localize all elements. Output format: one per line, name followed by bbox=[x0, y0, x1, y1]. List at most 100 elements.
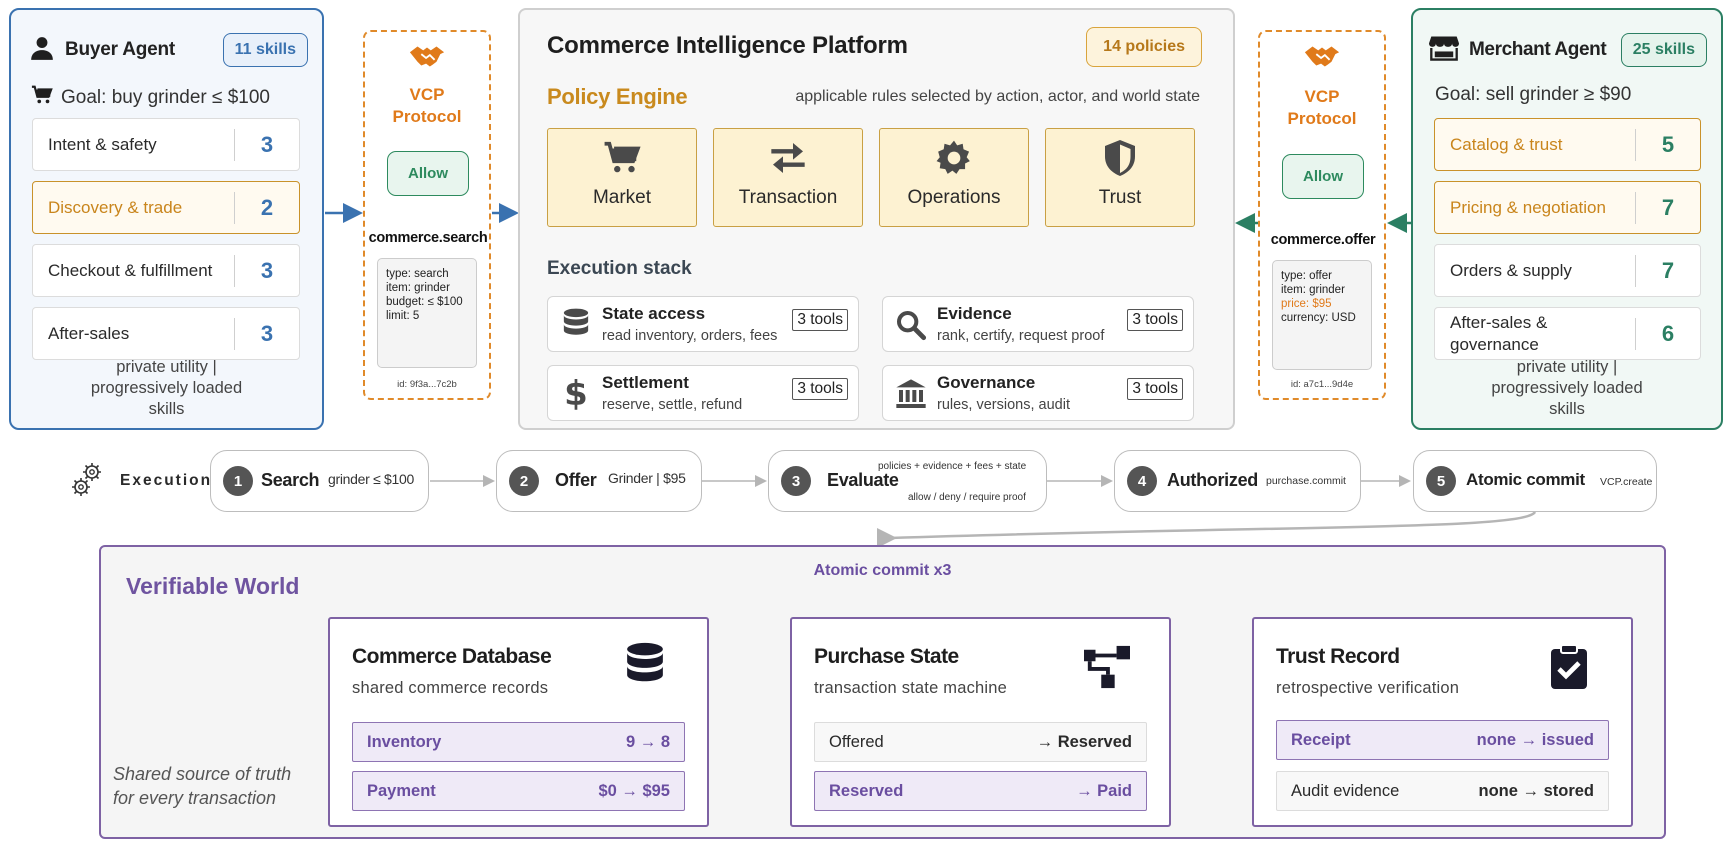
buyer-skills-badge: 11 skills bbox=[222, 33, 308, 67]
policy-card-operations: Operations bbox=[879, 128, 1029, 227]
tool-name: Evidence bbox=[937, 304, 1012, 323]
world-footer-line1: Shared source of truth bbox=[113, 764, 292, 784]
vcp-title: VCP Protocol bbox=[365, 84, 489, 128]
execution-step-offer: 2 Offer Grinder | $95 bbox=[496, 450, 702, 512]
step-name: Atomic commit bbox=[1466, 470, 1585, 489]
policy-card-label: Operations bbox=[907, 187, 1001, 208]
vcp-command: commerce.offer bbox=[1270, 232, 1376, 248]
handshake-icon bbox=[1260, 42, 1384, 77]
execution-step-search: 1 Search grinder ≤ $100 bbox=[210, 450, 429, 512]
tool-card-evidence: Evidence rank, certify, request proof 3 … bbox=[882, 296, 1194, 352]
merchant-agent-panel: Merchant Agent 25 skills Goal: sell grin… bbox=[1411, 8, 1723, 430]
row-label: Audit evidence bbox=[1291, 781, 1400, 800]
row-value: → Paid bbox=[1076, 781, 1132, 800]
world-row-reserved: Reserved → Paid bbox=[814, 771, 1147, 811]
vcp-title-line2: Protocol bbox=[1287, 109, 1357, 128]
step-name: Evaluate bbox=[827, 470, 899, 490]
database-icon bbox=[619, 641, 671, 693]
vcp-protocol-right: VCP Protocol Allow commerce.offer type: … bbox=[1258, 30, 1386, 400]
gear-icon bbox=[880, 137, 1028, 179]
row-value: none → issued bbox=[1476, 730, 1594, 749]
payload-line: type: search bbox=[386, 268, 449, 280]
tool-count-badge: 3 tools bbox=[792, 378, 848, 400]
merchant-skills-badge: 25 skills bbox=[1620, 33, 1707, 67]
world-card-subtitle: retrospective verification bbox=[1276, 679, 1460, 697]
skill-name: After-sales bbox=[48, 323, 130, 343]
vcp-title-line2: Protocol bbox=[392, 107, 462, 126]
policy-card-trust: Trust bbox=[1045, 128, 1195, 227]
world-card-purchase-state: Purchase State transaction state machine… bbox=[790, 617, 1171, 827]
vcp-payload: type: search item: grinder budget: ≤ $10… bbox=[377, 258, 477, 368]
skill-count: 2 bbox=[260, 194, 274, 220]
shield-icon bbox=[1046, 137, 1194, 179]
handshake-icon bbox=[365, 42, 489, 77]
skill-count: 3 bbox=[260, 257, 274, 283]
vcp-title-line1: VCP bbox=[1304, 87, 1340, 106]
buyer-goal-text: Goal: buy grinder ≤ $100 bbox=[61, 87, 270, 108]
world-card-title: Commerce Database bbox=[352, 645, 552, 668]
merchant-skill-row: After-sales & governance 6 bbox=[1434, 307, 1701, 360]
skill-name: Catalog & trust bbox=[1450, 134, 1563, 154]
execution-step-evaluate: 3 Evaluate policies + evidence + fees + … bbox=[768, 450, 1047, 512]
world-row-payment: Payment $0 → $95 bbox=[352, 771, 685, 811]
world-card-title: Purchase State bbox=[814, 645, 959, 668]
skill-name: Discovery & trade bbox=[48, 197, 183, 217]
skill-count: 3 bbox=[260, 131, 274, 157]
swap-icon bbox=[714, 137, 862, 179]
allow-badge: Allow bbox=[1282, 154, 1364, 199]
database-icon bbox=[558, 306, 594, 344]
payload-line: budget: ≤ $100 bbox=[386, 296, 463, 308]
store-icon bbox=[1429, 35, 1459, 66]
step-number: 4 bbox=[1127, 466, 1157, 496]
policy-card-label: Market bbox=[592, 187, 652, 208]
clipboard-check-icon bbox=[1543, 641, 1595, 693]
skill-name: Pricing & negotiation bbox=[1450, 197, 1606, 217]
step-number: 5 bbox=[1426, 466, 1456, 496]
skill-name: After-sales & governance bbox=[1450, 312, 1548, 354]
vcp-id: id: 9f3a...7c2b bbox=[397, 379, 457, 390]
tool-desc: read inventory, orders, fees bbox=[602, 328, 778, 344]
merchant-skill-row: Pricing & negotiation 7 bbox=[1434, 181, 1701, 234]
step-number: 2 bbox=[509, 466, 539, 496]
cart-icon bbox=[31, 84, 53, 112]
skill-count: 5 bbox=[1661, 131, 1675, 157]
merchant-skill-row: Orders & supply 7 bbox=[1434, 244, 1701, 297]
world-card-title: Trust Record bbox=[1276, 645, 1400, 668]
tool-name: Settlement bbox=[602, 373, 689, 392]
tool-card-state-access: State access read inventory, orders, fee… bbox=[547, 296, 859, 352]
cart-icon bbox=[548, 137, 696, 179]
skill-name: Orders & supply bbox=[1450, 260, 1572, 280]
world-row-audit-evidence: Audit evidence none → stored bbox=[1276, 771, 1609, 811]
gears-icon bbox=[70, 462, 104, 503]
step-detail: VCP.create bbox=[1600, 476, 1653, 488]
tool-count-badge: 3 tools bbox=[1127, 378, 1183, 400]
step-detail-bottom: allow / deny / require proof bbox=[908, 492, 1026, 503]
payload-line: type: offer bbox=[1281, 270, 1332, 282]
row-label: Offered bbox=[829, 732, 884, 751]
state-machine-icon bbox=[1081, 641, 1133, 693]
person-icon bbox=[29, 35, 55, 66]
skill-count: 3 bbox=[260, 320, 274, 346]
tool-name: State access bbox=[602, 304, 706, 323]
policy-card-label: Trust bbox=[1098, 187, 1142, 208]
buyer-skill-row: Intent & safety 3 bbox=[32, 118, 300, 171]
payload-line: currency: USD bbox=[1281, 312, 1356, 324]
step-name: Authorized bbox=[1167, 470, 1258, 490]
commerce-intelligence-platform: Commerce Intelligence Platform 14 polici… bbox=[518, 8, 1235, 430]
vcp-protocol-left: VCP Protocol Allow commerce.search type:… bbox=[363, 30, 491, 400]
vcp-payload: type: offer item: grinder price: $95 cur… bbox=[1272, 260, 1372, 370]
execution-step-atomic-commit: 5 Atomic commit VCP.create bbox=[1413, 450, 1657, 512]
magnifier-icon bbox=[893, 306, 929, 344]
merchant-footer: private utility | progressively loaded s… bbox=[1491, 358, 1643, 418]
payload-line: price: $95 bbox=[1281, 298, 1332, 310]
buyer-goal: Goal: buy grinder ≤ $100 bbox=[31, 84, 270, 112]
merchant-goal-text: Goal: sell grinder ≥ $90 bbox=[1435, 84, 1632, 105]
step-number: 1 bbox=[223, 466, 253, 496]
tool-name: Governance bbox=[937, 373, 1036, 392]
atomic-commit-label: Atomic commit x3 bbox=[813, 562, 952, 579]
step-detail: Grinder | $95 bbox=[608, 470, 686, 486]
buyer-footer: private utility | progressively loaded s… bbox=[90, 358, 243, 418]
tool-count-badge: 3 tools bbox=[792, 309, 848, 331]
step-name: Offer bbox=[555, 470, 597, 490]
world-card-trust-record: Trust Record retrospective verification … bbox=[1252, 617, 1633, 827]
